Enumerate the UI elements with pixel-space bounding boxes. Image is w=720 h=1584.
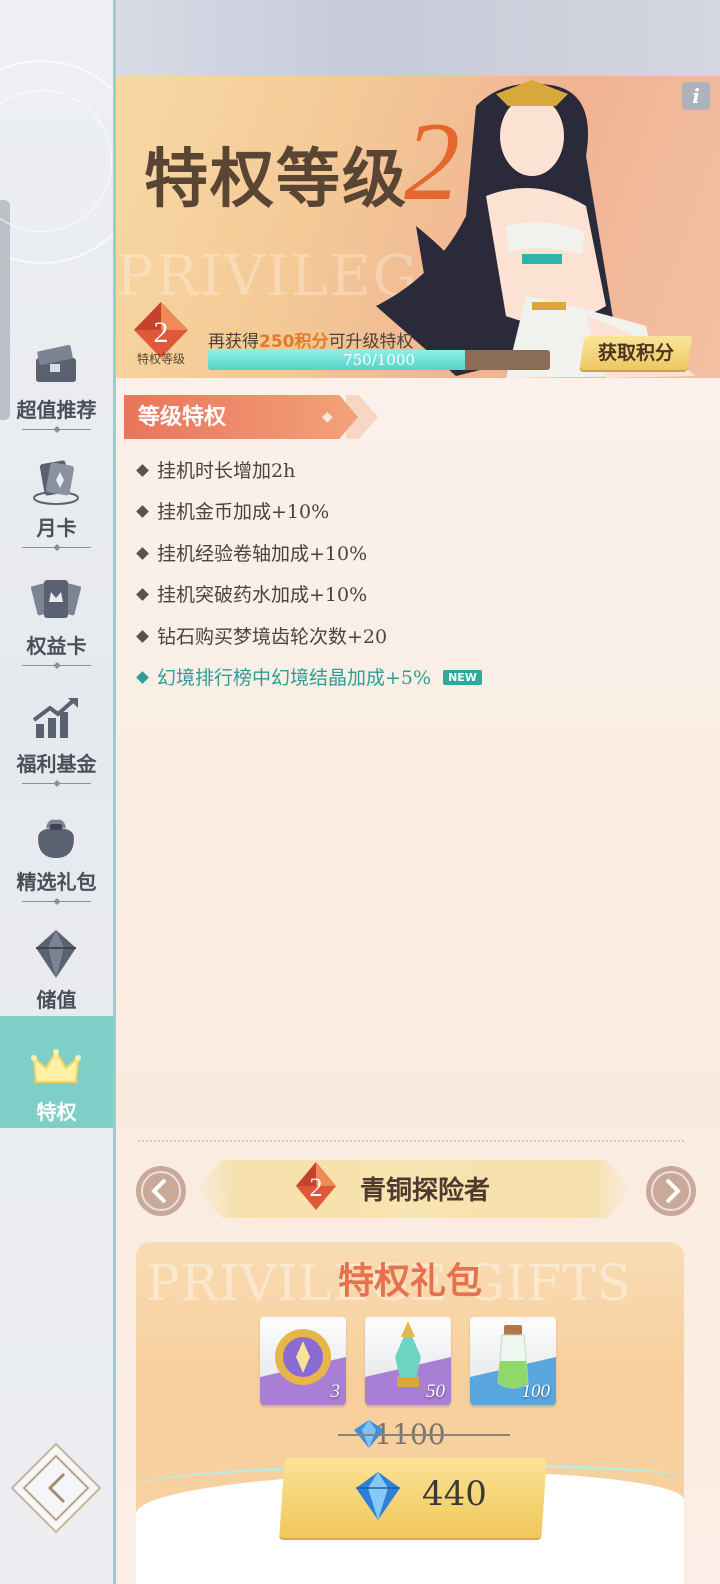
perk-text: 挂机时长增加2h [157,460,296,482]
sidebar-item-label: 储值 [36,988,77,1012]
perk-text: 挂机经验卷轴加成+10% [157,543,368,565]
divider [22,665,91,666]
sidebar-item-month-card[interactable]: 月卡 [0,440,113,552]
new-badge: NEW [443,669,482,685]
perk-item: 挂机时长增加2h [136,456,296,483]
perk-item: 挂机经验卷轴加成+10% [136,539,368,566]
progress-text: 750/1000 [343,351,415,369]
gift-item-green-potion[interactable]: 100 [470,1317,556,1405]
sidebar-item-label: 权益卡 [26,634,87,658]
divider [22,783,91,784]
perk-item: 钻石购买梦境齿轮次数+20 [136,622,388,649]
buy-gift-button[interactable] [279,1458,547,1538]
diamond-icon [36,930,76,978]
badge-level-number: 2 [154,316,169,349]
perk-text: 挂机金币加成+10% [157,501,330,523]
bullet-icon [136,463,149,477]
bullet-icon [136,629,149,643]
upgrade-hint: 再获得250积分可升级特权 [208,327,414,352]
level-name: 青铜探险者 [360,1176,491,1206]
dotted-divider [138,1140,684,1142]
bullet-icon [136,670,149,684]
bullet-icon [136,504,149,518]
item-quantity: 3 [330,1381,341,1402]
section-title-level-perks: 等级特权 ◆ [124,395,358,439]
sidebar-item-welfare-fund[interactable]: 福利基金 [0,676,113,788]
diamond-currency-icon [356,1472,400,1520]
gift-item-gold-medal[interactable]: 3 [260,1317,346,1405]
privilege-progress-bar: 750/1000 [208,350,550,370]
perk-item-new: 幻境排行榜中幻境结晶加成+5% NEW [136,663,482,690]
sidebar-item-top-up[interactable]: 储值 [0,912,113,1024]
strikethrough-line [338,1434,510,1436]
diamond-decoration-icon: ◆ [322,409,333,425]
divider [22,429,91,430]
month-card-icon [33,460,79,505]
gift-price: 440 [422,1474,487,1514]
gift-title: 特权礼包 [337,1260,482,1302]
sidebar-item-benefit-card[interactable]: 权益卡 [0,558,113,670]
divider [22,547,91,548]
treasure-chest-icon [36,344,76,382]
sidebar-item-selected-packs[interactable]: 精选礼包 [0,794,113,906]
item-quantity: 100 [521,1381,551,1402]
prev-level-button[interactable] [136,1166,186,1216]
perk-text: 挂机突破药水加成+10% [157,584,368,606]
divider [22,901,91,902]
back-arrow-icon[interactable] [8,1440,104,1536]
sidebar: 超值推荐 月卡 权益卡 福利基金 精选礼包 储值 特权 [0,0,116,1584]
sidebar-item-label: 特权 [36,1100,77,1124]
sidebar-item-label: 月卡 [36,516,77,540]
upgrade-suffix: 可升级特权 [328,332,414,352]
benefit-card-icon [31,580,81,618]
crown-icon [31,1049,81,1083]
upgrade-prefix: 再获得 [208,332,259,352]
gift-bag-icon [38,819,74,858]
sidebar-item-label: 超值推荐 [16,398,97,422]
perk-text: 幻境排行榜中幻境结晶加成+5% [157,667,432,689]
perk-text: 钻石购买梦境齿轮次数+20 [157,626,388,648]
gift-item-crystal-potion[interactable]: 50 [365,1317,451,1405]
perk-item: 挂机金币加成+10% [136,497,330,524]
sidebar-item-label: 精选礼包 [16,870,97,894]
sidebar-item-value-recommend[interactable]: 超值推荐 [0,322,113,434]
next-level-button[interactable] [646,1166,696,1216]
earn-points-label: 获取积分 [597,342,674,364]
section-title-text: 等级特权 [138,404,227,430]
upgrade-points: 250积分 [259,332,329,352]
sidebar-item-label: 福利基金 [16,752,97,776]
bullet-icon [136,587,149,601]
earn-points-button[interactable]: 获取积分 [579,336,693,370]
selector-level-number: 2 [310,1173,323,1202]
growth-chart-icon [32,698,78,738]
item-quantity: 50 [426,1381,445,1402]
info-button[interactable]: i [682,82,710,110]
bullet-icon [136,546,149,560]
privilege-banner: PRIVILEGE 特权等级 2 i [116,76,720,378]
level-badge-icon: 2 [296,1162,336,1210]
badge-label: 特权等级 [136,352,185,366]
privilege-gift-card: PRIVILEGE GIFTS 特权礼包 3 50 100 1100 440 [136,1242,684,1584]
top-strip [116,0,720,76]
perk-item: 挂机突破药水加成+10% [136,580,368,607]
sidebar-item-privilege[interactable]: 特权 [0,1016,113,1128]
